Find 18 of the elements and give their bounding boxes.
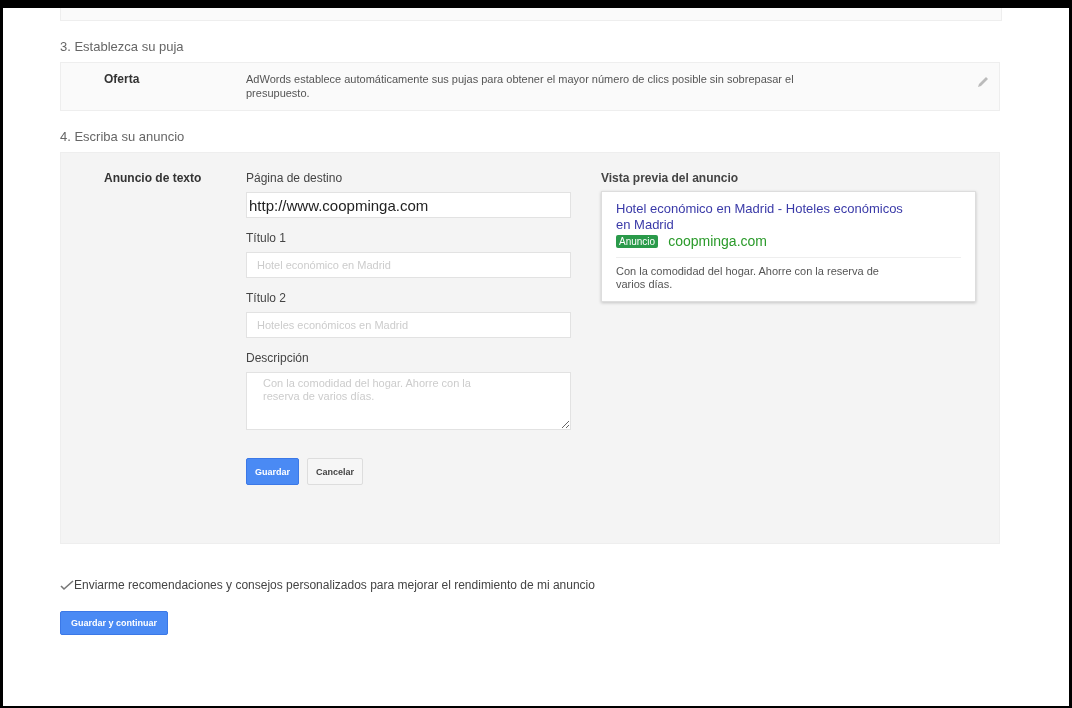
ad-title: Hotel económico en Madrid - Hoteles económicos en Madrid bbox=[616, 201, 904, 233]
row-label: Oferta bbox=[104, 72, 141, 88]
checkbox-label: Enviarme recomendaciones y consejos personalizados para mejorar el rendimiento de mi anuncio bbox=[74, 578, 595, 592]
field-label: Título 2 bbox=[246, 291, 288, 305]
cancel-button[interactable]: Cancelar bbox=[307, 458, 364, 485]
ad-description: Con la comodidad del hogar. Ahorre con la reserva de varios días. bbox=[616, 265, 880, 291]
checkbox[interactable] bbox=[60, 579, 74, 591]
ad-badge: Anuncio bbox=[616, 234, 659, 248]
bid-description: AdWords establece automáticamente sus pujas para obtener el mayor número de clics posible sin sobrepasar el presupuesto. bbox=[246, 72, 795, 100]
row-label: Anuncio de texto bbox=[104, 171, 203, 187]
preview-heading: Vista previa del anuncio bbox=[601, 171, 740, 185]
field-label: Página de destino bbox=[246, 171, 344, 185]
field-label: Título 1 bbox=[246, 231, 288, 245]
section-heading: 3. Establezca su puja bbox=[60, 39, 185, 54]
section-heading: 4. Escriba su anuncio bbox=[60, 129, 186, 144]
ad-url: coopminga.com bbox=[668, 233, 767, 249]
field-label: Descripción bbox=[246, 351, 310, 365]
input-field[interactable]: http://www.coopminga.com bbox=[246, 192, 571, 218]
